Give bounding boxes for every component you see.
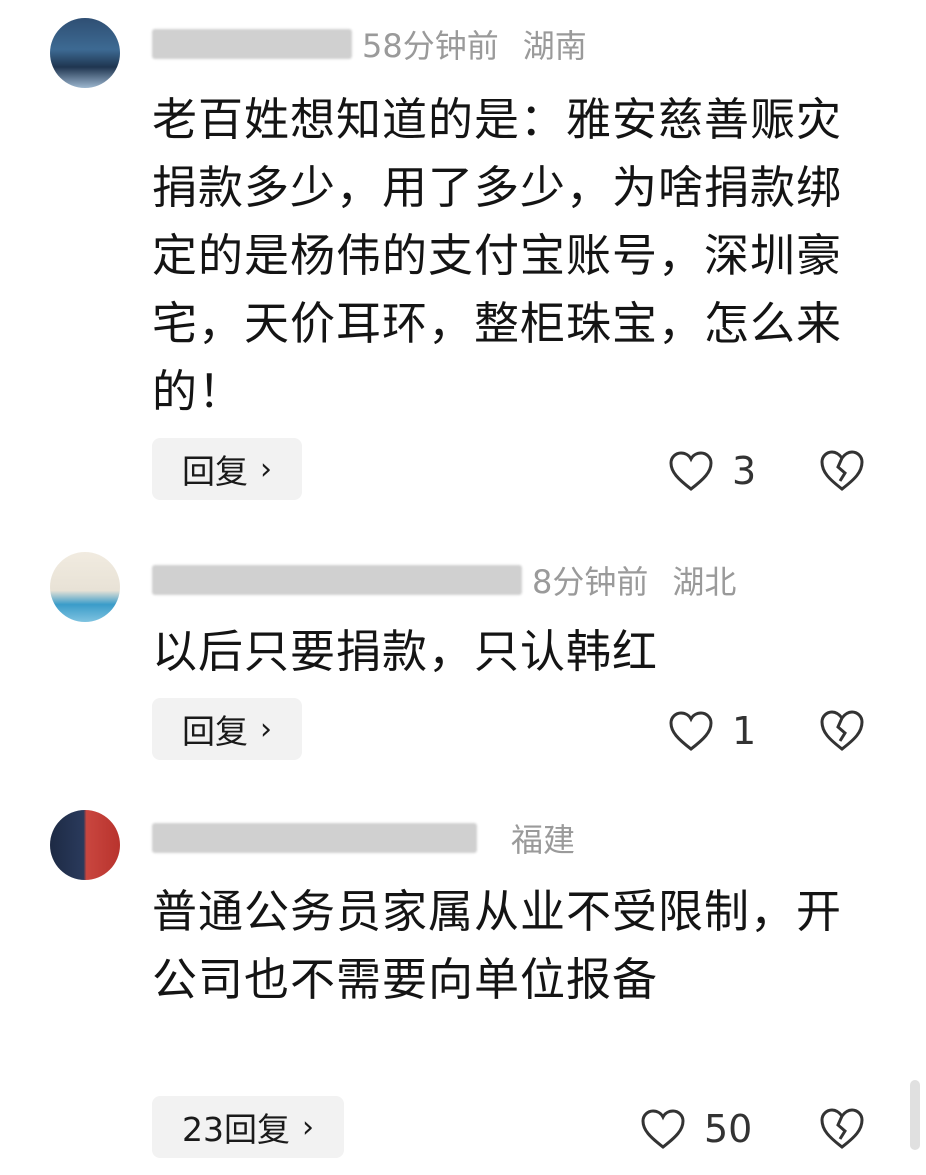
comment-text: 普通公务员家属从业不受限制，开公司也不需要向单位报备 xyxy=(152,885,843,1006)
broken-heart-icon[interactable] xyxy=(818,447,866,495)
avatar[interactable] xyxy=(50,810,120,880)
comments-screen: { "comments": [ { "time": "58分钟前", "loca… xyxy=(0,0,926,1175)
comment-text: 老百姓想知道的是：雅安慈善赈灾捐款多少，用了多少，为啥捐款绑定的是杨伟的支付宝账… xyxy=(152,93,843,418)
reply-label: 回复 xyxy=(182,712,248,751)
username-redacted[interactable] xyxy=(152,823,477,853)
username-redacted[interactable] xyxy=(152,565,522,595)
like-button[interactable]: 1 xyxy=(668,700,756,762)
reply-button[interactable]: 回复 › xyxy=(152,698,302,760)
comment-location: 湖南 xyxy=(522,27,587,65)
broken-heart-icon[interactable] xyxy=(818,1105,866,1153)
like-button[interactable]: 50 xyxy=(640,1098,752,1160)
comment-location: 福建 xyxy=(511,821,576,859)
heart-outline-icon xyxy=(669,451,713,491)
avatar[interactable] xyxy=(50,552,120,622)
comment-text: 以后只要捐款，只认韩红 xyxy=(152,625,659,678)
chevron-right-icon: › xyxy=(260,451,272,487)
like-count: 1 xyxy=(732,709,757,753)
comment-location: 湖北 xyxy=(672,563,737,601)
comment-meta: 8分钟前 湖北 xyxy=(152,560,737,601)
comment-meta: 福建 xyxy=(152,818,576,859)
like-button[interactable]: 3 xyxy=(668,440,756,502)
like-count: 50 xyxy=(704,1107,753,1151)
reply-label: 回复 xyxy=(182,452,248,491)
comment-meta: 58分钟前 湖南 xyxy=(152,24,587,65)
avatar[interactable] xyxy=(50,18,120,88)
broken-heart-icon[interactable] xyxy=(818,707,866,755)
username-redacted[interactable] xyxy=(152,29,352,59)
comment-time: 8分钟前 xyxy=(532,563,649,601)
heart-outline-icon xyxy=(641,1109,685,1149)
reply-label: 23回复 xyxy=(182,1110,290,1149)
comment-time: 58分钟前 xyxy=(362,27,499,65)
scrollbar-thumb[interactable] xyxy=(910,1080,920,1150)
heart-outline-icon xyxy=(669,711,713,751)
reply-button[interactable]: 回复 › xyxy=(152,438,302,500)
reply-button[interactable]: 23回复 › xyxy=(152,1096,344,1158)
chevron-right-icon: › xyxy=(302,1109,314,1145)
chevron-right-icon: › xyxy=(260,711,272,747)
like-count: 3 xyxy=(732,449,757,493)
